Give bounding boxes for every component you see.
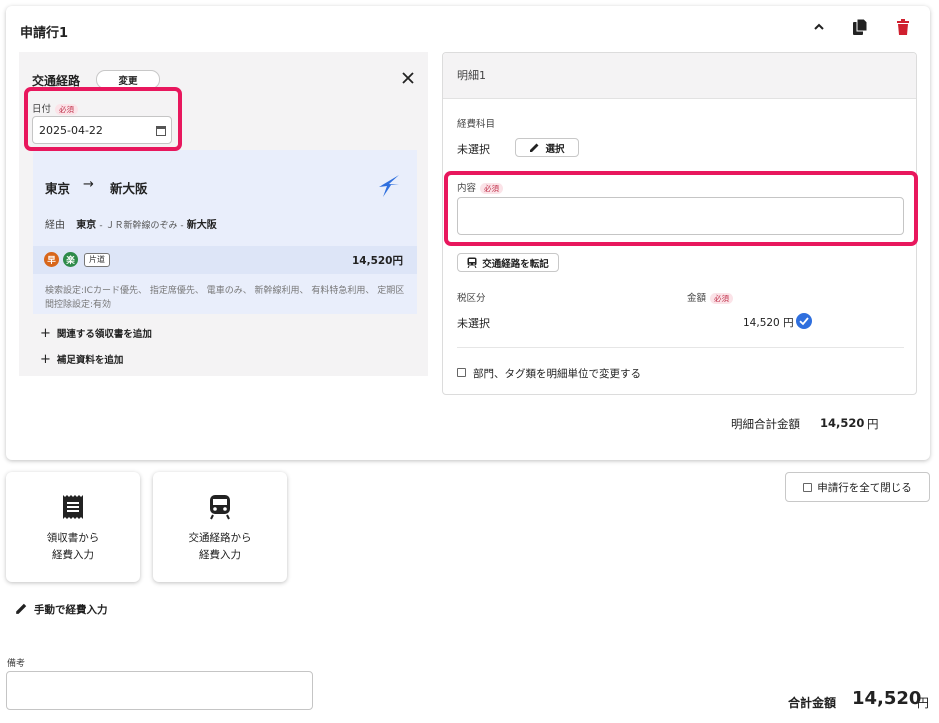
select-expense-item-button[interactable]: 選択 [515, 138, 579, 157]
route-arrow: → [83, 177, 94, 192]
add-material-link[interactable]: + 補足資料を追加 [40, 352, 123, 367]
search-settings: 検索設定:ICカード優先、 指定席優先、 電車のみ、 新幹線利用、 有料特急利用… [45, 286, 405, 310]
tax-label: 税区分 [457, 293, 486, 304]
train-icon [210, 495, 230, 520]
close-all-checkbox[interactable] [803, 482, 813, 492]
route-price: 14,520円 [351, 255, 403, 267]
route-to: 新大阪 [110, 181, 148, 196]
fast-badge: 早 [44, 252, 59, 267]
route-from: 東京 [45, 181, 71, 196]
airline-logo-icon [375, 173, 401, 202]
close-all-lines-button[interactable]: 申請行を全て閉じる [785, 472, 930, 502]
remarks-textarea[interactable] [6, 671, 313, 710]
remarks-label: 備考 [7, 659, 26, 669]
pencil-icon [16, 603, 27, 614]
collapse-chevron-up-icon[interactable] [809, 17, 829, 37]
fare-row: 早 楽 片道 14,520円 [33, 246, 417, 274]
line-title: 申請行1 [20, 26, 69, 41]
highlight-date [24, 87, 182, 151]
train-icon [467, 257, 477, 268]
plus-icon: + [40, 326, 51, 341]
expense-item-value: 未選択 [457, 143, 490, 156]
receipt-icon [63, 495, 83, 519]
check-circle-icon [796, 313, 812, 332]
oneway-badge: 片道 [84, 253, 110, 267]
copy-icon[interactable] [850, 17, 870, 37]
total-value: 14,520 [852, 688, 922, 709]
easy-badge: 楽 [63, 252, 78, 267]
via-row: 経由 東京 - ＪＲ新幹線のぞみ - 新大阪 [45, 220, 217, 231]
add-receipt-link[interactable]: + 関連する領収書を追加 [40, 326, 152, 341]
total-unit: 円 [917, 696, 930, 710]
pencil-icon [530, 143, 539, 152]
highlight-content [444, 171, 918, 246]
detail-total-value: 14,520 [820, 416, 865, 430]
dept-tag-label: 部門、タグ類を明細単位で変更する [473, 368, 641, 380]
detail-total-label: 明細合計金額 [731, 417, 800, 431]
receipt-input-label: 領収書から 経費入力 [46, 532, 100, 561]
delete-trash-icon[interactable] [893, 17, 913, 37]
divider [457, 347, 904, 348]
transfer-route-button[interactable]: 交通経路を転記 [457, 253, 559, 272]
amount-label: 金額 必須 [687, 290, 734, 304]
amount-value: 14,520 円 [743, 317, 794, 329]
tax-value: 未選択 [457, 317, 490, 330]
receipt-input-button[interactable]: 領収書から 経費入力 [6, 472, 140, 582]
plus-icon: + [40, 352, 51, 367]
manual-input-link[interactable]: 手動で経費入力 [15, 602, 108, 617]
route-input-label: 交通経路から 経費入力 [188, 532, 252, 561]
route-input-button[interactable]: 交通経路から 経費入力 [153, 472, 287, 582]
route-summary: 東京 → 新大阪 経由 東京 - ＪＲ新幹線のぞみ - 新大阪 早 楽 片道 1… [33, 150, 417, 314]
expense-item-label: 経費科目 [457, 119, 496, 130]
close-icon[interactable] [398, 68, 418, 88]
detail-title: 明細1 [443, 53, 916, 99]
dept-tag-checkbox[interactable] [457, 368, 466, 377]
detail-total-unit: 円 [867, 417, 879, 431]
total-label: 合計金額 [788, 696, 837, 710]
